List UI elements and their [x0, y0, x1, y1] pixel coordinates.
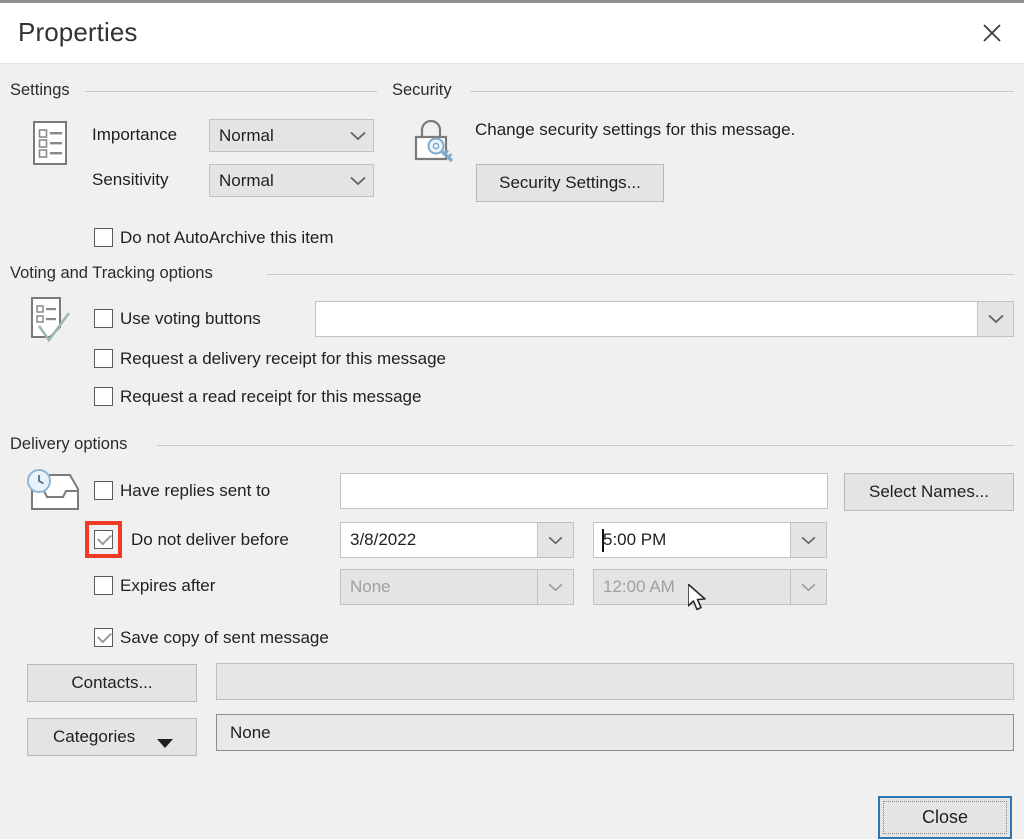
- importance-value: Normal: [210, 126, 343, 146]
- triangle-down-icon: [157, 734, 173, 754]
- use-voting-buttons-label: Use voting buttons: [120, 309, 261, 329]
- list-document-icon: [28, 119, 72, 172]
- text-caret: [602, 529, 604, 552]
- security-settings-button-label: Security Settings...: [499, 173, 641, 193]
- contacts-button[interactable]: Contacts...: [27, 664, 197, 702]
- have-replies-sent-to-checkbox[interactable]: [94, 481, 113, 500]
- select-names-button-label: Select Names...: [869, 482, 989, 502]
- contacts-button-label: Contacts...: [71, 673, 152, 693]
- have-replies-sent-to-label: Have replies sent to: [120, 481, 270, 501]
- voting-buttons-select[interactable]: [315, 301, 1014, 337]
- delivery-receipt-checkbox[interactable]: [94, 349, 113, 368]
- list-check-icon: [24, 295, 80, 352]
- chevron-down-icon[interactable]: [791, 522, 827, 558]
- categories-value: None: [217, 723, 271, 743]
- categories-button[interactable]: Categories: [27, 718, 197, 756]
- read-receipt-label: Request a read receipt for this message: [120, 387, 421, 407]
- security-settings-button[interactable]: Security Settings...: [476, 164, 664, 202]
- group-label-delivery: Delivery options: [10, 435, 135, 454]
- group-label-settings: Settings: [10, 81, 78, 100]
- categories-button-label: Categories: [53, 727, 135, 747]
- page-title: Properties: [18, 17, 138, 48]
- sensitivity-select[interactable]: Normal: [209, 164, 374, 197]
- chevron-down-icon: [343, 120, 373, 151]
- expires-after-time-value: 12:00 AM: [594, 577, 675, 597]
- importance-select[interactable]: Normal: [209, 119, 374, 152]
- chevron-down-icon: [343, 165, 373, 196]
- do-not-autoarchive-label: Do not AutoArchive this item: [120, 228, 334, 248]
- delivery-receipt-label: Request a delivery receipt for this mess…: [120, 349, 446, 369]
- inbox-clock-icon: [22, 469, 84, 524]
- expires-after-date-value: None: [341, 577, 391, 597]
- do-not-deliver-before-date-select[interactable]: 3/8/2022: [340, 522, 574, 558]
- group-label-voting: Voting and Tracking options: [10, 264, 221, 283]
- categories-field[interactable]: None: [216, 714, 1014, 751]
- expires-after-date-select[interactable]: None: [340, 569, 574, 605]
- do-not-deliver-before-date-value: 3/8/2022: [341, 530, 416, 550]
- close-button[interactable]: Close: [878, 796, 1012, 839]
- chevron-down-icon[interactable]: [978, 301, 1014, 337]
- group-rule-settings: [85, 91, 377, 92]
- sensitivity-label: Sensitivity: [92, 170, 169, 190]
- contacts-field[interactable]: [216, 663, 1014, 700]
- do-not-deliver-before-time-value: 5:00 PM: [594, 530, 666, 550]
- save-copy-label: Save copy of sent message: [120, 628, 329, 648]
- chevron-down-icon[interactable]: [538, 522, 574, 558]
- group-rule-voting: [267, 274, 1014, 275]
- use-voting-buttons-checkbox[interactable]: [94, 309, 113, 328]
- expires-after-checkbox[interactable]: [94, 576, 113, 595]
- lock-key-icon: [408, 117, 460, 174]
- do-not-autoarchive-checkbox[interactable]: [94, 228, 113, 247]
- group-rule-delivery: [157, 445, 1014, 446]
- read-receipt-checkbox[interactable]: [94, 387, 113, 406]
- select-names-button[interactable]: Select Names...: [844, 473, 1014, 511]
- do-not-deliver-before-label: Do not deliver before: [131, 530, 289, 550]
- security-description: Change security settings for this messag…: [475, 120, 795, 140]
- close-button-label: Close: [883, 801, 1007, 834]
- chevron-down-icon[interactable]: [538, 569, 574, 605]
- properties-dialog: Properties Settings Importance Normal: [0, 0, 1024, 836]
- group-label-security: Security: [392, 81, 460, 100]
- chevron-down-icon[interactable]: [791, 569, 827, 605]
- do-not-deliver-before-checkbox[interactable]: [94, 530, 113, 549]
- close-icon[interactable]: [960, 3, 1024, 62]
- save-copy-checkbox[interactable]: [94, 628, 113, 647]
- group-rule-security: [470, 91, 1014, 92]
- have-replies-sent-to-input[interactable]: [340, 473, 828, 509]
- sensitivity-value: Normal: [210, 171, 343, 191]
- expires-after-label: Expires after: [120, 576, 215, 596]
- do-not-deliver-before-time-select[interactable]: 5:00 PM: [593, 522, 827, 558]
- expires-after-time-select[interactable]: 12:00 AM: [593, 569, 827, 605]
- titlebar: Properties: [0, 3, 1024, 64]
- importance-label: Importance: [92, 125, 177, 145]
